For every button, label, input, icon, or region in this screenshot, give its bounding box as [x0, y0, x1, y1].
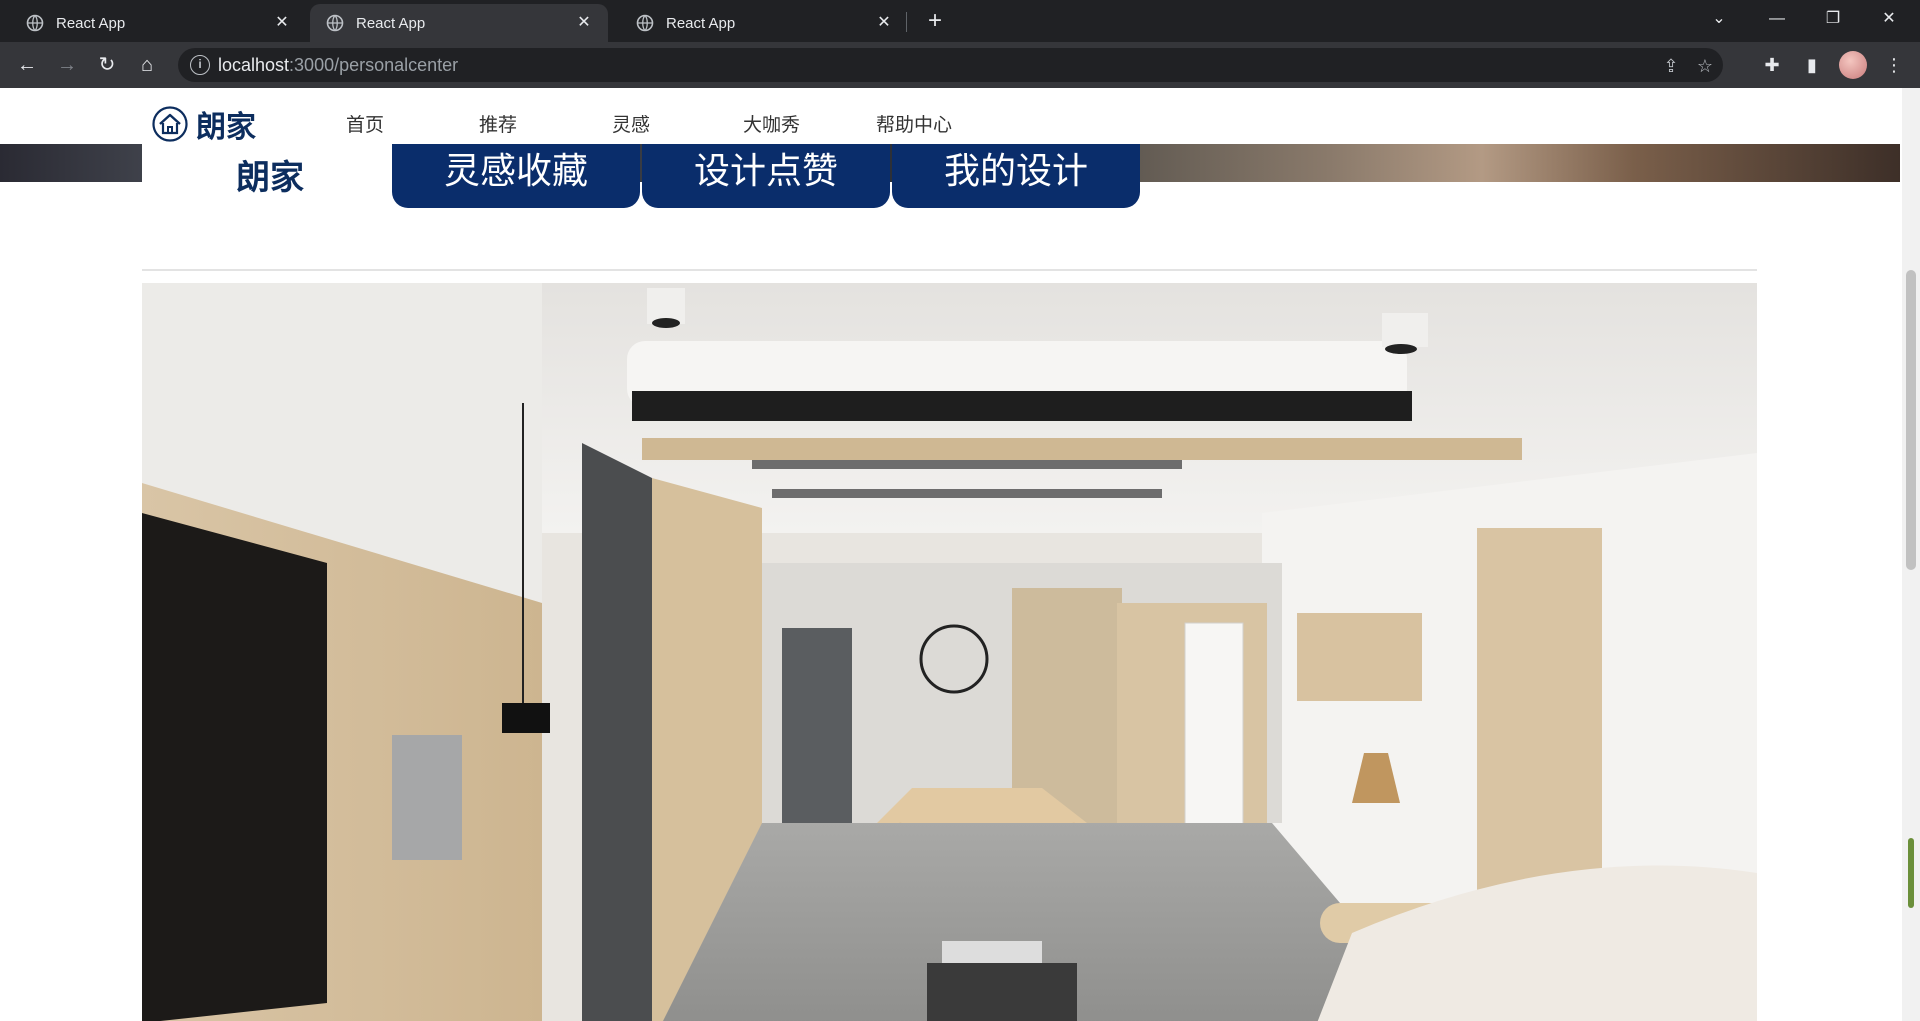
tab-separator [906, 12, 907, 32]
bookmark-star-icon[interactable]: ☆ [1694, 55, 1716, 77]
back-icon[interactable]: ← [12, 50, 42, 80]
profile-avatar[interactable] [1839, 51, 1867, 79]
extensions-icon[interactable]: ✚ [1757, 50, 1787, 80]
nav-recommend[interactable]: 推荐 [479, 110, 517, 137]
close-tab-icon[interactable]: ✕ [874, 13, 894, 33]
tab-search-icon[interactable]: ⌄ [1704, 6, 1734, 32]
nav-home[interactable]: 首页 [346, 110, 384, 137]
page-scrollbar[interactable] [1902, 88, 1920, 1021]
nav-inspiration[interactable]: 灵感 [612, 110, 650, 137]
new-tab-icon[interactable]: + [922, 8, 948, 34]
globe-icon [636, 14, 654, 32]
profile-brand-box: 朗家 [142, 144, 392, 256]
address-bar[interactable]: i localhost:3000/personalcenter ⇪ ☆ [178, 48, 1723, 82]
globe-icon [326, 14, 344, 32]
site-logo[interactable]: 朗家 [152, 102, 256, 146]
browser-toolbar: ← → ↻ ⌂ i localhost:3000/personalcenter … [0, 42, 1920, 88]
interior-design-image [142, 283, 1757, 1021]
share-icon[interactable]: ⇪ [1660, 55, 1682, 77]
scrollbar-thumb[interactable] [1906, 270, 1916, 570]
house-logo-icon [152, 106, 188, 142]
restore-icon[interactable]: ❐ [1818, 6, 1848, 32]
close-tab-icon[interactable]: ✕ [574, 13, 594, 33]
browser-tab-3[interactable]: React App ✕ [610, 4, 908, 42]
tab-title: React App [356, 14, 426, 32]
site-info-icon[interactable]: i [190, 55, 210, 75]
forward-icon[interactable]: → [52, 50, 82, 80]
nav-designer-show[interactable]: 大咖秀 [743, 110, 800, 137]
nav-help-center[interactable]: 帮助中心 [876, 110, 952, 137]
page-viewport: 朗家 首页 推荐 灵感 大咖秀 帮助中心 朗家 灵感收藏 设计点赞 我的设计 [0, 88, 1920, 1021]
tab-my-designs[interactable]: 我的设计 [892, 144, 1140, 208]
browser-tab-strip: React App ✕ React App ✕ React App ✕ + ⌄ … [0, 0, 1920, 42]
tab-title: React App [666, 14, 736, 32]
menu-icon[interactable]: ⋮ [1879, 50, 1909, 80]
site-header: 朗家 首页 推荐 灵感 大咖秀 帮助中心 [0, 88, 1900, 144]
minimize-icon[interactable]: — [1762, 6, 1792, 32]
tab-inspiration-collection[interactable]: 灵感收藏 [392, 144, 640, 208]
home-icon[interactable]: ⌂ [132, 50, 162, 80]
browser-tab-1[interactable]: React App ✕ [0, 4, 306, 42]
side-panel-icon[interactable]: ▮ [1797, 50, 1827, 80]
tab-title: React App [56, 14, 126, 32]
close-tab-icon[interactable]: ✕ [272, 13, 292, 33]
scrollbar-marker [1908, 838, 1914, 908]
reload-icon[interactable]: ↻ [92, 50, 122, 80]
browser-tab-2[interactable]: React App ✕ [310, 4, 608, 42]
section-divider [142, 269, 1757, 271]
tab-design-likes[interactable]: 设计点赞 [642, 144, 890, 208]
globe-icon [26, 14, 44, 32]
close-window-icon[interactable]: ✕ [1874, 6, 1904, 32]
brand-name: 朗家 [196, 111, 256, 144]
profile-brand-name: 朗家 [236, 159, 304, 197]
url-text[interactable]: localhost:3000/personalcenter [218, 55, 458, 76]
